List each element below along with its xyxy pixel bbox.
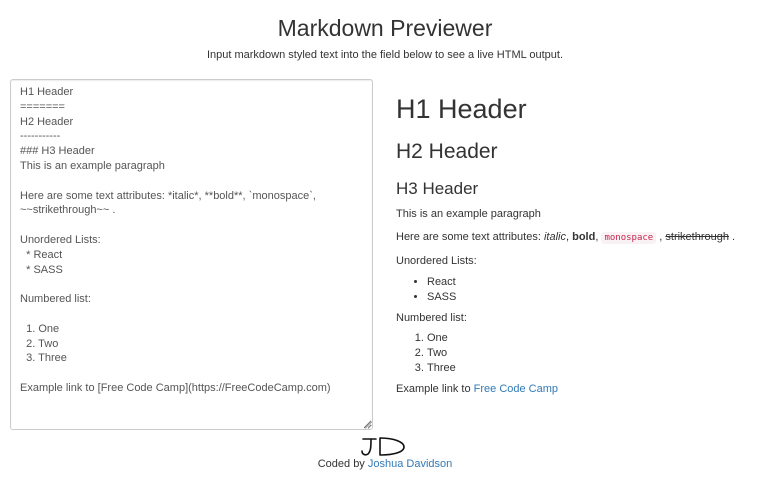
bold-text: bold <box>572 231 596 243</box>
unordered-list: React SASS <box>396 275 760 305</box>
free-code-camp-link[interactable]: Free Code Camp <box>474 383 558 395</box>
attributes-suffix: . <box>728 231 736 243</box>
list-item: SASS <box>427 290 760 305</box>
attributes-prefix: Here are some text attributes: <box>396 231 544 243</box>
credit-line: Coded by Joshua Davidson <box>0 457 770 471</box>
page-subtitle: Input markdown styled text into the fiel… <box>206 49 564 61</box>
numbered-list: One Two Three <box>396 331 760 376</box>
list-item: Three <box>427 361 760 376</box>
page-title: Markdown Previewer <box>277 15 493 41</box>
monospace-text: monospace <box>601 232 657 244</box>
preview-h3: H3 Header <box>396 179 479 198</box>
unordered-list-label: Unordered Lists: <box>396 255 477 267</box>
strikethrough-text: strikethrough <box>665 231 729 243</box>
numbered-list-label: Numbered list: <box>396 312 467 324</box>
signature-logo <box>361 437 405 456</box>
preview-link-line: Example link to Free Code Camp <box>396 381 760 397</box>
preview-attributes: Here are some text attributes: italic, b… <box>396 229 760 246</box>
list-item: One <box>427 331 760 346</box>
preview-paragraph: This is an example paragraph <box>396 208 541 220</box>
html-preview: H1 Header H2 Header H3 Header This is an… <box>396 86 760 397</box>
credit-prefix: Coded by <box>317 458 368 470</box>
italic-text: italic <box>543 231 566 243</box>
separator: , <box>656 231 666 243</box>
preview-h1: H1 Header <box>396 94 527 124</box>
author-link[interactable]: Joshua Davidson <box>368 458 452 470</box>
preview-h2: H2 Header <box>396 140 498 163</box>
resize-grip-icon[interactable] <box>364 421 372 429</box>
markdown-editor[interactable] <box>10 79 373 430</box>
list-item: Two <box>427 346 760 361</box>
link-prefix: Example link to <box>396 383 474 395</box>
page: Markdown Previewer Input markdown styled… <box>0 0 770 487</box>
list-item: React <box>427 275 760 290</box>
